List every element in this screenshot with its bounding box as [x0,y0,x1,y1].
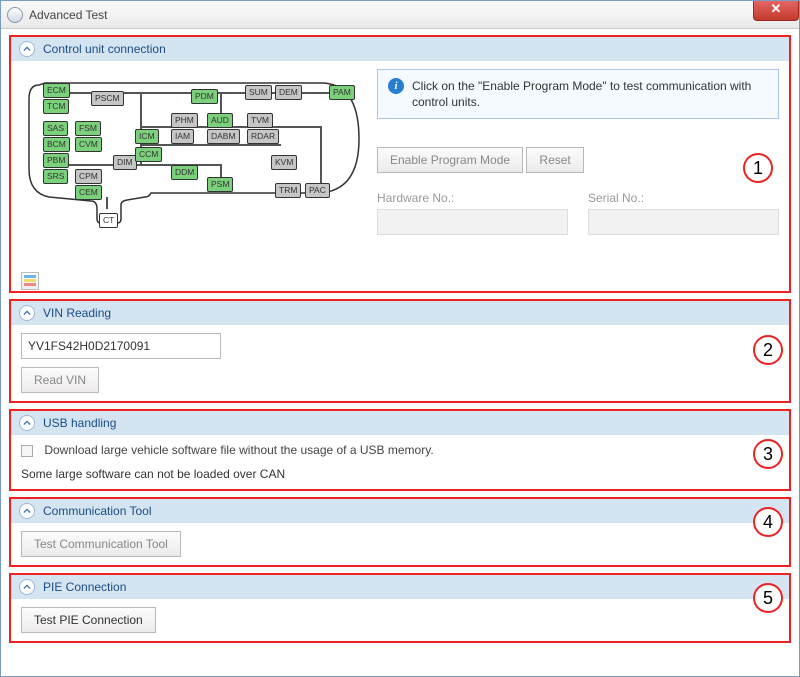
panel-vin-reading: VIN Reading Read VIN 2 [9,299,791,403]
window-title: Advanced Test [29,8,108,22]
panel-title: PIE Connection [43,580,126,594]
annotation-1: 1 [743,153,773,183]
panel-title: Communication Tool [43,504,152,518]
node-pac[interactable]: PAC [305,183,330,198]
node-ccm[interactable]: CCM [135,147,162,162]
panel-body: Read VIN 2 [11,325,789,401]
panel-pie-connection: PIE Connection 5 Test PIE Connection [9,573,791,643]
panel-usb-handling: USB handling Download large vehicle soft… [9,409,791,491]
serial-no-value [588,209,779,235]
node-dabm[interactable]: DABM [207,129,240,144]
legend-icon[interactable] [21,272,39,290]
node-aud[interactable]: AUD [207,113,233,128]
field-row: Hardware No.: Serial No.: [377,191,779,235]
app-window: Advanced Test ✕ Control unit connection [0,0,800,677]
annotation-4: 4 [753,507,783,537]
node-phm[interactable]: PHM [171,113,198,128]
info-text: Click on the "Enable Program Mode" to te… [412,78,768,110]
hardware-no-label: Hardware No.: [377,191,568,205]
panel-control-unit-connection: Control unit connection [9,35,791,293]
panel-title: VIN Reading [43,306,111,320]
node-dim[interactable]: DIM [113,155,137,170]
node-trm[interactable]: TRM [275,183,301,198]
usb-download-checkbox[interactable] [21,445,33,457]
usb-checkbox-label: Download large vehicle software file wit… [44,443,433,457]
node-cem[interactable]: CEM [75,185,102,200]
app-icon [7,7,23,23]
panel-title: Control unit connection [43,42,166,56]
node-pam[interactable]: PAM [329,85,355,100]
chevron-up-icon [23,507,31,515]
diagram-column: ECM TCM SAS BCM PBM SRS FSM CVM CPM CEM … [21,69,361,290]
panel-header: USB handling [11,411,789,435]
test-pie-connection-button[interactable]: Test PIE Connection [21,607,156,633]
chevron-up-icon [23,583,31,591]
node-ct[interactable]: CT [99,213,118,228]
chevron-up-icon [23,309,31,317]
collapse-toggle[interactable] [19,503,35,519]
node-cvm[interactable]: CVM [75,137,102,152]
panel-communication-tool: Communication Tool 4 Test Communication … [9,497,791,567]
node-srs[interactable]: SRS [43,169,68,184]
node-psm[interactable]: PSM [207,177,233,192]
annotation-2: 2 [753,335,783,365]
panel-body: Test Communication Tool [11,523,789,565]
right-column: i Click on the "Enable Program Mode" to … [377,69,779,290]
node-ddm[interactable]: DDM [171,165,198,180]
panel-body: ECM TCM SAS BCM PBM SRS FSM CVM CPM CEM … [11,61,789,298]
usb-checkbox-row: Download large vehicle software file wit… [21,443,779,457]
collapse-toggle[interactable] [19,41,35,57]
node-sas[interactable]: SAS [43,121,68,136]
node-cpm[interactable]: CPM [75,169,102,184]
panel-header: Communication Tool 4 [11,499,789,523]
titlebar: Advanced Test ✕ [1,1,799,29]
test-communication-tool-button[interactable]: Test Communication Tool [21,531,181,557]
node-fsm[interactable]: FSM [75,121,101,136]
button-row: Enable Program Mode Reset [377,147,779,173]
collapse-toggle[interactable] [19,579,35,595]
node-pdm[interactable]: PDM [191,89,218,104]
node-kvm[interactable]: KVM [271,155,297,170]
close-button[interactable]: ✕ [753,0,799,21]
node-iam[interactable]: IAM [171,129,194,144]
chevron-up-icon [23,419,31,427]
serial-no-label: Serial No.: [588,191,779,205]
annotation-5: 5 [753,583,783,613]
read-vin-button[interactable]: Read VIN [21,367,99,393]
node-pbm[interactable]: PBM [43,153,69,168]
panel-header: Control unit connection [11,37,789,61]
content-area: Control unit connection [1,29,799,655]
panel-body: Test PIE Connection [11,599,789,641]
node-icm[interactable]: ICM [135,129,159,144]
node-dem[interactable]: DEM [275,85,302,100]
annotation-3: 3 [753,439,783,469]
vin-input[interactable] [21,333,221,359]
control-unit-diagram: ECM TCM SAS BCM PBM SRS FSM CVM CPM CEM … [21,69,361,229]
node-tvm[interactable]: TVM [247,113,273,128]
usb-note: Some large software can not be loaded ov… [21,467,779,481]
serial-no-field: Serial No.: [588,191,779,235]
node-sum[interactable]: SUM [245,85,272,100]
panel-header: VIN Reading [11,301,789,325]
collapse-toggle[interactable] [19,415,35,431]
node-ecm[interactable]: ECM [43,83,70,98]
panel-header: PIE Connection 5 [11,575,789,599]
info-icon: i [388,78,404,94]
node-rdar[interactable]: RDAR [247,129,279,144]
enable-program-mode-button[interactable]: Enable Program Mode [377,147,523,173]
node-tcm[interactable]: TCM [43,99,69,114]
node-bcm[interactable]: BCM [43,137,70,152]
reset-button[interactable]: Reset [526,147,583,173]
hardware-no-field: Hardware No.: [377,191,568,235]
panel-body: Download large vehicle software file wit… [11,435,789,489]
collapse-toggle[interactable] [19,305,35,321]
node-pscm[interactable]: PSCM [91,91,124,106]
panel-title: USB handling [43,416,116,430]
chevron-up-icon [23,45,31,53]
info-box: i Click on the "Enable Program Mode" to … [377,69,779,119]
hardware-no-value [377,209,568,235]
